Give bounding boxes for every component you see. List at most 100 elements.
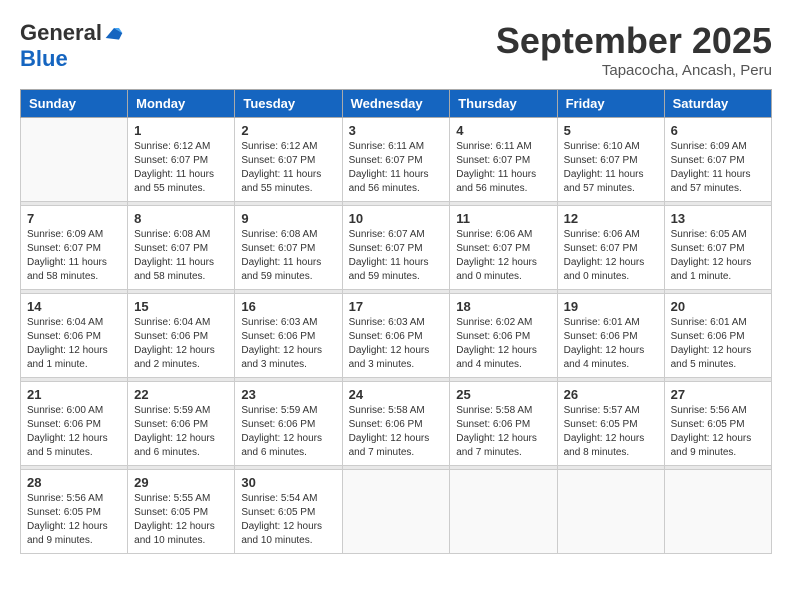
calendar-cell: 2 Sunrise: 6:12 AM Sunset: 6:07 PM Daylig… [235,118,342,202]
day-info: Sunrise: 6:01 AM Sunset: 6:06 PM Dayligh… [564,316,658,372]
day-number: 26 [564,387,658,402]
calendar-cell: 13Sunrise: 6:05 AM Sunset: 6:07 PM Dayli… [664,206,771,290]
weekday-header: Tuesday [235,90,342,118]
weekday-header: Monday [128,90,235,118]
day-info: Sunrise: 5:56 AM Sunset: 6:05 PM Dayligh… [671,404,765,460]
day-info: Sunrise: 5:54 AM Sunset: 6:05 PM Dayligh… [241,492,335,548]
day-info: Sunrise: 6:06 AM Sunset: 6:07 PM Dayligh… [456,228,550,284]
day-info: Sunrise: 6:05 AM Sunset: 6:07 PM Dayligh… [671,228,765,284]
day-number: 1 [134,123,228,138]
day-number: 18 [456,299,550,314]
day-info: Sunrise: 5:56 AM Sunset: 6:05 PM Dayligh… [27,492,121,548]
month-title: September 2025 [496,20,772,62]
day-info: Sunrise: 5:59 AM Sunset: 6:06 PM Dayligh… [241,404,335,460]
day-number: 5 [564,123,658,138]
day-number: 29 [134,475,228,490]
calendar-cell: 1Sunrise: 6:12 AM Sunset: 6:07 PM Daylig… [128,118,235,202]
day-number: 23 [241,387,335,402]
day-number: 12 [564,211,658,226]
header: General Blue September 2025 Tapacocha, A… [20,20,772,79]
day-info: Sunrise: 6:11 AM Sunset: 6:07 PM Dayligh… [349,140,444,196]
calendar-cell: 23 Sunrise: 5:59 AM Sunset: 6:06 PM Dayli… [235,382,342,466]
day-info: Sunrise: 6:09 AM Sunset: 6:07 PM Dayligh… [27,228,121,284]
day-info: Sunrise: 6:01 AM Sunset: 6:06 PM Dayligh… [671,316,765,372]
calendar-cell [450,470,557,554]
day-info: Sunrise: 6:12 AM Sunset: 6:07 PM Dayligh… [241,140,335,196]
calendar-cell: 18 Sunrise: 6:02 AM Sunset: 6:06 PM Dayli… [450,294,557,378]
weekday-header: Sunday [21,90,128,118]
location-subtitle: Tapacocha, Ancash, Peru [496,62,772,79]
calendar-cell: 25Sunrise: 5:58 AM Sunset: 6:06 PM Dayli… [450,382,557,466]
day-number: 24 [349,387,444,402]
day-info: Sunrise: 6:09 AM Sunset: 6:07 PM Dayligh… [671,140,765,196]
calendar-week-row: 28Sunrise: 5:56 AM Sunset: 6:05 PM Dayli… [21,470,772,554]
weekday-header: Wednesday [342,90,450,118]
day-number: 17 [349,299,444,314]
day-info: Sunrise: 5:57 AM Sunset: 6:05 PM Dayligh… [564,404,658,460]
calendar-cell: 11 Sunrise: 6:06 AM Sunset: 6:07 PM Dayli… [450,206,557,290]
calendar-week-row: 1 Sunrise: 6:12 AM Sunset: 6:07 PM Daylig… [21,118,772,202]
calendar-cell: 28Sunrise: 5:56 AM Sunset: 6:05 PM Dayli… [21,470,128,554]
day-number: 9 [241,211,335,226]
weekday-header: Saturday [664,90,771,118]
calendar-cell: 14 Sunrise: 6:04 AM Sunset: 6:06 PM Dayli… [21,294,128,378]
day-number: 22 [134,387,228,402]
day-number: 3 [349,123,444,138]
day-number: 30 [241,475,335,490]
day-number: 6 [671,123,765,138]
day-number: 8 [134,211,228,226]
calendar-cell: 15Sunrise: 6:04 AM Sunset: 6:06 PM Dayli… [128,294,235,378]
calendar-cell [664,470,771,554]
weekday-header: Thursday [450,90,557,118]
day-number: 21 [27,387,121,402]
day-number: 14 [27,299,121,314]
calendar-cell: 30 Sunrise: 5:54 AM Sunset: 6:05 PM Dayli… [235,470,342,554]
day-number: 2 [241,123,335,138]
day-number: 15 [134,299,228,314]
calendar-cell: 27Sunrise: 5:56 AM Sunset: 6:05 PM Dayli… [664,382,771,466]
calendar-cell: 9 Sunrise: 6:08 AM Sunset: 6:07 PM Daylig… [235,206,342,290]
day-info: Sunrise: 6:08 AM Sunset: 6:07 PM Dayligh… [241,228,335,284]
calendar-week-row: 7 Sunrise: 6:09 AM Sunset: 6:07 PM Daylig… [21,206,772,290]
logo-general: General [20,20,102,46]
calendar-cell: 17Sunrise: 6:03 AM Sunset: 6:06 PM Dayli… [342,294,450,378]
day-info: Sunrise: 6:03 AM Sunset: 6:06 PM Dayligh… [241,316,335,372]
calendar-cell: 10 Sunrise: 6:07 AM Sunset: 6:07 PM Dayli… [342,206,450,290]
calendar-cell: 8 Sunrise: 6:08 AM Sunset: 6:07 PM Daylig… [128,206,235,290]
day-info: Sunrise: 6:11 AM Sunset: 6:07 PM Dayligh… [456,140,550,196]
day-info: Sunrise: 6:04 AM Sunset: 6:06 PM Dayligh… [27,316,121,372]
day-info: Sunrise: 6:00 AM Sunset: 6:06 PM Dayligh… [27,404,121,460]
day-info: Sunrise: 6:08 AM Sunset: 6:07 PM Dayligh… [134,228,228,284]
calendar-table: SundayMondayTuesdayWednesdayThursdayFrid… [20,89,772,554]
logo-icon [104,24,124,42]
calendar-cell [557,470,664,554]
day-info: Sunrise: 6:02 AM Sunset: 6:06 PM Dayligh… [456,316,550,372]
calendar-cell: 24Sunrise: 5:58 AM Sunset: 6:06 PM Dayli… [342,382,450,466]
day-info: Sunrise: 6:10 AM Sunset: 6:07 PM Dayligh… [564,140,658,196]
day-number: 16 [241,299,335,314]
calendar-cell: 20 Sunrise: 6:01 AM Sunset: 6:06 PM Dayli… [664,294,771,378]
calendar-cell [342,470,450,554]
logo: General Blue [20,20,124,72]
day-number: 10 [349,211,444,226]
day-number: 19 [564,299,658,314]
calendar-cell: 22Sunrise: 5:59 AM Sunset: 6:06 PM Dayli… [128,382,235,466]
day-number: 11 [456,211,550,226]
calendar-cell [21,118,128,202]
day-info: Sunrise: 5:58 AM Sunset: 6:06 PM Dayligh… [456,404,550,460]
day-number: 20 [671,299,765,314]
title-area: September 2025 Tapacocha, Ancash, Peru [496,20,772,79]
calendar-week-row: 21 Sunrise: 6:00 AM Sunset: 6:06 PM Dayli… [21,382,772,466]
day-number: 7 [27,211,121,226]
logo-blue: Blue [20,46,68,72]
calendar-cell: 19 Sunrise: 6:01 AM Sunset: 6:06 PM Dayli… [557,294,664,378]
calendar-cell: 29Sunrise: 5:55 AM Sunset: 6:05 PM Dayli… [128,470,235,554]
day-info: Sunrise: 6:06 AM Sunset: 6:07 PM Dayligh… [564,228,658,284]
calendar-cell: 16 Sunrise: 6:03 AM Sunset: 6:06 PM Dayli… [235,294,342,378]
calendar-cell: 6 Sunrise: 6:09 AM Sunset: 6:07 PM Daylig… [664,118,771,202]
calendar-cell: 4Sunrise: 6:11 AM Sunset: 6:07 PM Daylig… [450,118,557,202]
day-info: Sunrise: 6:07 AM Sunset: 6:07 PM Dayligh… [349,228,444,284]
weekday-header: Friday [557,90,664,118]
weekday-header-row: SundayMondayTuesdayWednesdayThursdayFrid… [21,90,772,118]
calendar-cell: 26 Sunrise: 5:57 AM Sunset: 6:05 PM Dayli… [557,382,664,466]
